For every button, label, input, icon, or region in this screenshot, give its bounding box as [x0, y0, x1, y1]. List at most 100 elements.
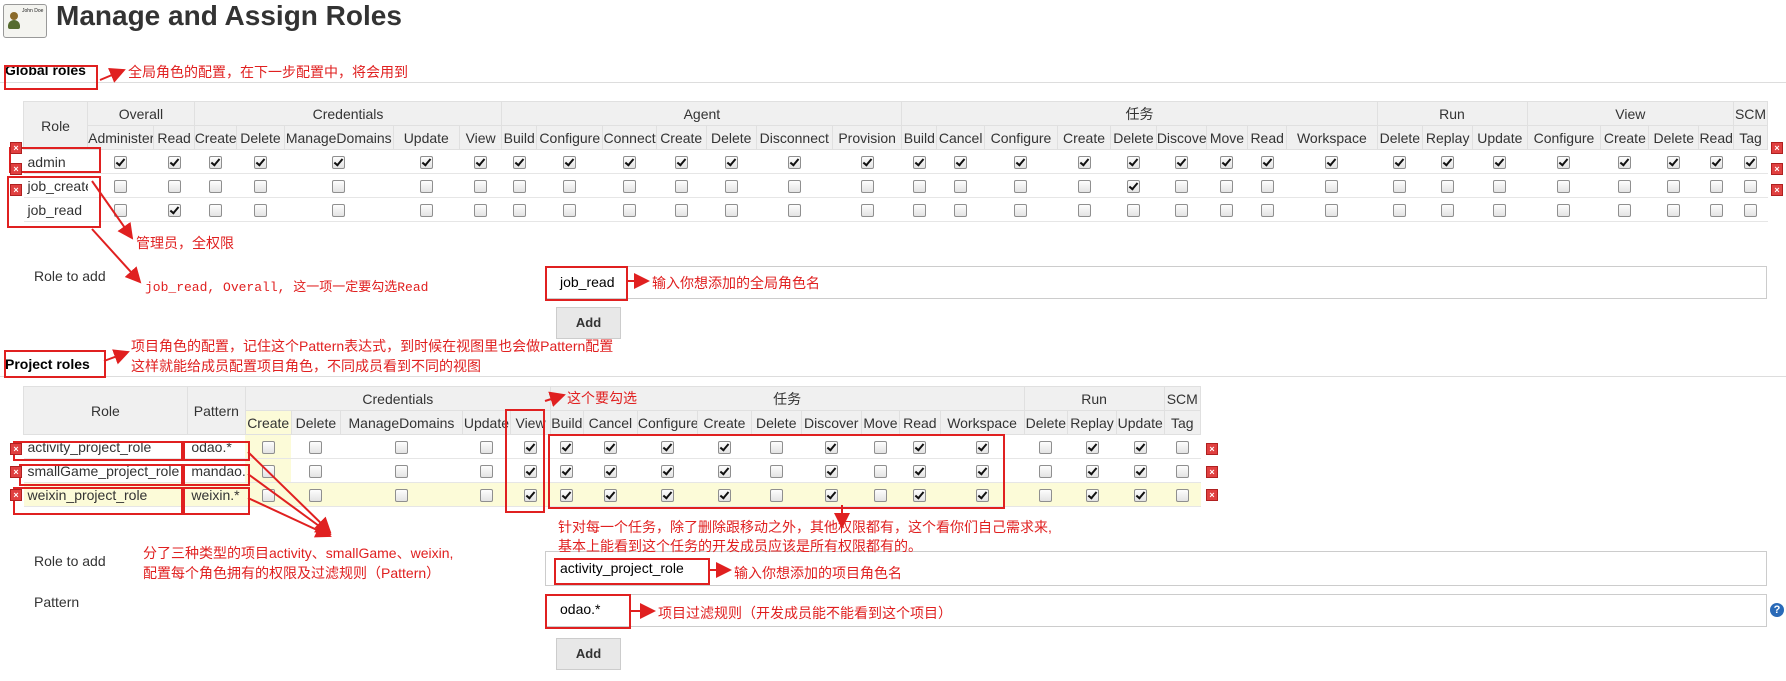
permission-checkbox[interactable]: [1441, 180, 1455, 194]
permission-checkbox[interactable]: [1557, 180, 1571, 194]
permission-checkbox[interactable]: [1260, 180, 1274, 194]
permission-checkbox[interactable]: [674, 156, 688, 170]
permission-checkbox[interactable]: [1014, 180, 1028, 194]
permission-checkbox[interactable]: [1220, 180, 1234, 194]
permission-checkbox[interactable]: [1618, 180, 1632, 194]
permission-checkbox[interactable]: [261, 441, 275, 455]
permission-checkbox[interactable]: [1709, 156, 1723, 170]
permission-checkbox[interactable]: [787, 180, 801, 194]
permission-checkbox[interactable]: [309, 441, 323, 455]
permission-checkbox[interactable]: [512, 180, 526, 194]
permission-checkbox[interactable]: [623, 180, 637, 194]
permission-checkbox[interactable]: [674, 204, 688, 218]
permission-checkbox[interactable]: [563, 156, 577, 170]
permission-checkbox[interactable]: [479, 465, 493, 479]
permission-checkbox[interactable]: [1667, 204, 1681, 218]
permission-checkbox[interactable]: [1174, 180, 1188, 194]
delete-role-icon[interactable]: ×: [10, 466, 22, 478]
permission-checkbox[interactable]: [394, 489, 408, 503]
permission-checkbox[interactable]: [1557, 156, 1571, 170]
permission-checkbox[interactable]: [114, 204, 128, 218]
permission-checkbox[interactable]: [114, 180, 128, 194]
permission-checkbox[interactable]: [563, 180, 577, 194]
permission-checkbox[interactable]: [1175, 465, 1189, 479]
permission-checkbox[interactable]: [1493, 204, 1507, 218]
delete-role-icon[interactable]: ×: [10, 184, 22, 196]
permission-checkbox[interactable]: [208, 204, 222, 218]
permission-checkbox[interactable]: [253, 180, 267, 194]
permission-checkbox[interactable]: [1085, 489, 1099, 503]
permission-checkbox[interactable]: [332, 180, 346, 194]
permission-checkbox[interactable]: [1667, 180, 1681, 194]
permission-checkbox[interactable]: [1260, 204, 1274, 218]
permission-checkbox[interactable]: [724, 204, 738, 218]
permission-checkbox[interactable]: [419, 180, 433, 194]
permission-checkbox[interactable]: [512, 204, 526, 218]
permission-checkbox[interactable]: [261, 489, 275, 503]
permission-checkbox[interactable]: [1133, 441, 1147, 455]
permission-checkbox[interactable]: [253, 204, 267, 218]
permission-checkbox[interactable]: [253, 156, 267, 170]
permission-checkbox[interactable]: [912, 156, 926, 170]
permission-checkbox[interactable]: [1175, 441, 1189, 455]
permission-checkbox[interactable]: [954, 156, 968, 170]
permission-checkbox[interactable]: [1493, 180, 1507, 194]
permission-checkbox[interactable]: [1133, 489, 1147, 503]
permission-checkbox[interactable]: [167, 156, 181, 170]
permission-checkbox[interactable]: [1325, 156, 1339, 170]
permission-checkbox[interactable]: [1220, 204, 1234, 218]
permission-checkbox[interactable]: [1039, 465, 1053, 479]
permission-checkbox[interactable]: [1174, 204, 1188, 218]
permission-checkbox[interactable]: [724, 180, 738, 194]
permission-checkbox[interactable]: [332, 204, 346, 218]
permission-checkbox[interactable]: [261, 465, 275, 479]
permission-checkbox[interactable]: [623, 156, 637, 170]
permission-checkbox[interactable]: [208, 180, 222, 194]
permission-checkbox[interactable]: [1709, 180, 1723, 194]
permission-checkbox[interactable]: [1557, 204, 1571, 218]
permission-checkbox[interactable]: [787, 204, 801, 218]
permission-checkbox[interactable]: [479, 441, 493, 455]
permission-checkbox[interactable]: [1709, 204, 1723, 218]
delete-role-icon[interactable]: ×: [1771, 184, 1783, 196]
permission-checkbox[interactable]: [167, 204, 181, 218]
permission-checkbox[interactable]: [912, 180, 926, 194]
delete-role-icon[interactable]: ×: [10, 443, 22, 455]
permission-checkbox[interactable]: [1133, 465, 1147, 479]
permission-checkbox[interactable]: [1077, 204, 1091, 218]
delete-role-icon[interactable]: ×: [1771, 163, 1783, 175]
delete-role-icon[interactable]: ×: [1771, 142, 1783, 154]
permission-checkbox[interactable]: [563, 204, 577, 218]
permission-checkbox[interactable]: [1126, 204, 1140, 218]
permission-checkbox[interactable]: [724, 156, 738, 170]
permission-checkbox[interactable]: [1744, 180, 1758, 194]
permission-checkbox[interactable]: [309, 465, 323, 479]
delete-role-icon[interactable]: ×: [10, 142, 22, 154]
permission-checkbox[interactable]: [1618, 156, 1632, 170]
permission-checkbox[interactable]: [512, 156, 526, 170]
project-add-button[interactable]: Add: [556, 638, 621, 670]
permission-checkbox[interactable]: [419, 156, 433, 170]
delete-role-icon[interactable]: ×: [1206, 443, 1218, 455]
permission-checkbox[interactable]: [674, 180, 688, 194]
permission-checkbox[interactable]: [1220, 156, 1234, 170]
permission-checkbox[interactable]: [860, 204, 874, 218]
permission-checkbox[interactable]: [1493, 156, 1507, 170]
permission-checkbox[interactable]: [419, 204, 433, 218]
delete-role-icon[interactable]: ×: [1206, 466, 1218, 478]
permission-checkbox[interactable]: [1441, 156, 1455, 170]
permission-checkbox[interactable]: [167, 180, 181, 194]
permission-checkbox[interactable]: [787, 156, 801, 170]
permission-checkbox[interactable]: [1393, 204, 1407, 218]
permission-checkbox[interactable]: [1085, 441, 1099, 455]
permission-checkbox[interactable]: [1393, 180, 1407, 194]
permission-checkbox[interactable]: [208, 156, 222, 170]
permission-checkbox[interactable]: [1039, 441, 1053, 455]
permission-checkbox[interactable]: [1744, 156, 1758, 170]
permission-checkbox[interactable]: [623, 204, 637, 218]
permission-checkbox[interactable]: [474, 180, 488, 194]
permission-checkbox[interactable]: [860, 156, 874, 170]
permission-checkbox[interactable]: [394, 465, 408, 479]
permission-checkbox[interactable]: [1393, 156, 1407, 170]
permission-checkbox[interactable]: [954, 180, 968, 194]
